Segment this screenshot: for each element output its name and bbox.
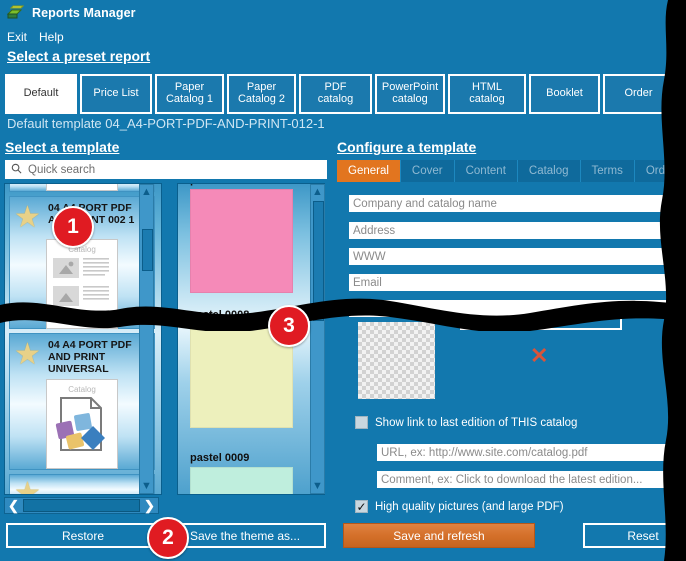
swatch-label: pastel 0009 <box>190 452 250 464</box>
swatch-label: pastel 0006 <box>190 184 302 186</box>
field-placeholder: Comment, ex: Click to download the lates… <box>381 473 643 486</box>
list-item[interactable]: ★ <box>9 474 155 495</box>
high-quality-checkbox[interactable]: ✓ <box>355 500 368 513</box>
select-template-heading: Select a template <box>5 139 120 155</box>
preset-tab-price-list[interactable]: Price List <box>80 74 152 114</box>
template-list-scrollbar[interactable]: ▲ ▼ <box>139 184 154 494</box>
www-field[interactable]: WWW <box>349 248 686 265</box>
high-quality-label: High quality pictures (and large PDF) <box>375 500 564 513</box>
list-item-label: 04 A4 PORT PDF AND PRINT UNIVERSAL <box>48 339 132 375</box>
preset-tab-pdf-catalog[interactable]: PDF catalog <box>299 74 372 114</box>
printer-icon <box>6 5 25 21</box>
address-field[interactable]: Address <box>349 222 686 239</box>
show-link-checkbox-row[interactable]: Show link to last edition of THIS catalo… <box>355 416 577 429</box>
show-link-checkbox[interactable] <box>355 416 368 429</box>
field-placeholder: WWW <box>353 250 386 263</box>
config-tab-catalog[interactable]: Catalog <box>517 160 581 182</box>
field-placeholder: Phone <box>353 302 387 315</box>
catalog-comment-field[interactable]: Comment, ex: Click to download the lates… <box>377 471 677 488</box>
menu-item-help[interactable]: Help <box>39 30 64 44</box>
x-icon[interactable]: ✕ <box>530 345 548 367</box>
field-placeholder: Company and catalog name <box>353 197 497 210</box>
template-list-hscrollbar[interactable]: ❮ ❯ <box>4 497 159 514</box>
restore-button[interactable]: Restore <box>6 523 160 548</box>
preset-tab-paper-catalog-1[interactable]: Paper Catalog 1 <box>155 74 224 114</box>
preset-tab-order[interactable]: Order <box>603 74 674 114</box>
annotation-marker-1: 1 <box>52 206 94 248</box>
field-placeholder: URL, ex: http://www.site.com/catalog.pdf <box>381 446 588 459</box>
chevron-down-icon[interactable]: ▼ <box>311 479 324 493</box>
thumbnail: Catalog <box>46 379 118 469</box>
search-icon <box>11 161 22 179</box>
chevron-up-icon[interactable]: ▲ <box>140 185 153 199</box>
menu-bar: Exit Help <box>0 28 64 46</box>
scrollbar-thumb[interactable] <box>313 201 324 321</box>
preset-tab-default[interactable]: Default <box>5 74 77 114</box>
field-placeholder: Email <box>353 276 382 289</box>
config-tab-terms[interactable]: Terms <box>580 160 635 182</box>
config-tab-order[interactable]: Order <box>634 160 686 182</box>
favorite-star-icon[interactable]: ★ <box>14 340 41 370</box>
list-item[interactable]: pastel 0009 <box>182 452 302 494</box>
configure-template-heading: Configure a template <box>337 139 477 155</box>
preset-tab-html-catalog[interactable]: HTML catalog <box>448 74 526 114</box>
preset-report-heading: Select a preset report <box>7 48 151 64</box>
reset-button[interactable]: Reset <box>583 523 686 548</box>
field-placeholder: Address <box>353 224 396 237</box>
search-input[interactable]: Quick search <box>5 160 327 179</box>
list-item[interactable] <box>9 184 155 192</box>
default-template-label: Default template 04_A4-PORT-PDF-AND-PRIN… <box>7 116 325 131</box>
thumbnail <box>46 184 118 191</box>
search-placeholder: Quick search <box>28 163 96 176</box>
app-window: Reports Manager Exit Help Select a prese… <box>0 0 686 561</box>
company-name-field[interactable]: Company and catalog name <box>349 195 686 212</box>
preset-tab-booklet[interactable]: Booklet <box>529 74 600 114</box>
chevron-left-icon[interactable]: ❮ <box>5 498 22 514</box>
list-item[interactable]: pastel 0006 <box>182 184 302 293</box>
logo-preview[interactable] <box>358 322 435 399</box>
preset-tab-paper-catalog-2[interactable]: Paper Catalog 2 <box>227 74 296 114</box>
annotation-marker-2: 2 <box>147 517 189 559</box>
annotation-marker-3: 3 <box>268 305 310 347</box>
title-bar: Reports Manager <box>0 0 686 26</box>
hscrollbar-thumb[interactable] <box>23 499 140 512</box>
swatch-color <box>190 467 293 494</box>
favorite-star-icon[interactable]: ★ <box>14 479 41 495</box>
window-title: Reports Manager <box>32 6 136 20</box>
preset-tab-powerpoint-catalog[interactable]: PowerPoint catalog <box>375 74 445 114</box>
save-and-refresh-button[interactable]: Save and refresh <box>343 523 535 548</box>
catalog-url-field[interactable]: URL, ex: http://www.site.com/catalog.pdf <box>377 444 677 461</box>
config-tab-content[interactable]: Content <box>454 160 518 182</box>
preset-report-tabs: Default Price List Paper Catalog 1 Paper Ca… <box>5 74 686 114</box>
config-tabs: GeneralCoverContentCatalogTermsOrderBack <box>337 160 686 182</box>
chevron-right-icon[interactable]: ❯ <box>141 498 158 514</box>
chevron-down-icon[interactable]: ▼ <box>140 479 153 493</box>
preset-tab-invoice[interactable]: Invoice <box>677 74 686 114</box>
favorite-star-icon[interactable]: ★ <box>14 203 41 233</box>
config-tab-general[interactable]: General <box>337 160 401 182</box>
scrollbar-thumb[interactable] <box>142 229 153 271</box>
show-link-label: Show link to last edition of THIS catalo… <box>375 416 578 429</box>
email-field[interactable]: Email <box>349 274 686 291</box>
thumbnail: Catalog <box>46 239 118 329</box>
chevron-up-icon[interactable]: ▲ <box>311 185 324 199</box>
logo-button[interactable]: Logo <box>460 310 622 330</box>
swatch-list-scrollbar[interactable]: ▲ ▼ <box>310 184 325 494</box>
high-quality-checkbox-row[interactable]: ✓ High quality pictures (and large PDF) <box>355 500 564 513</box>
menu-item-exit[interactable]: Exit <box>7 30 27 44</box>
list-item[interactable]: ★ 04 A4 PORT PDF AND PRINT UNIVERSAL Cat… <box>9 333 155 470</box>
swatch-color <box>190 189 293 293</box>
config-tab-cover[interactable]: Cover <box>400 160 455 182</box>
